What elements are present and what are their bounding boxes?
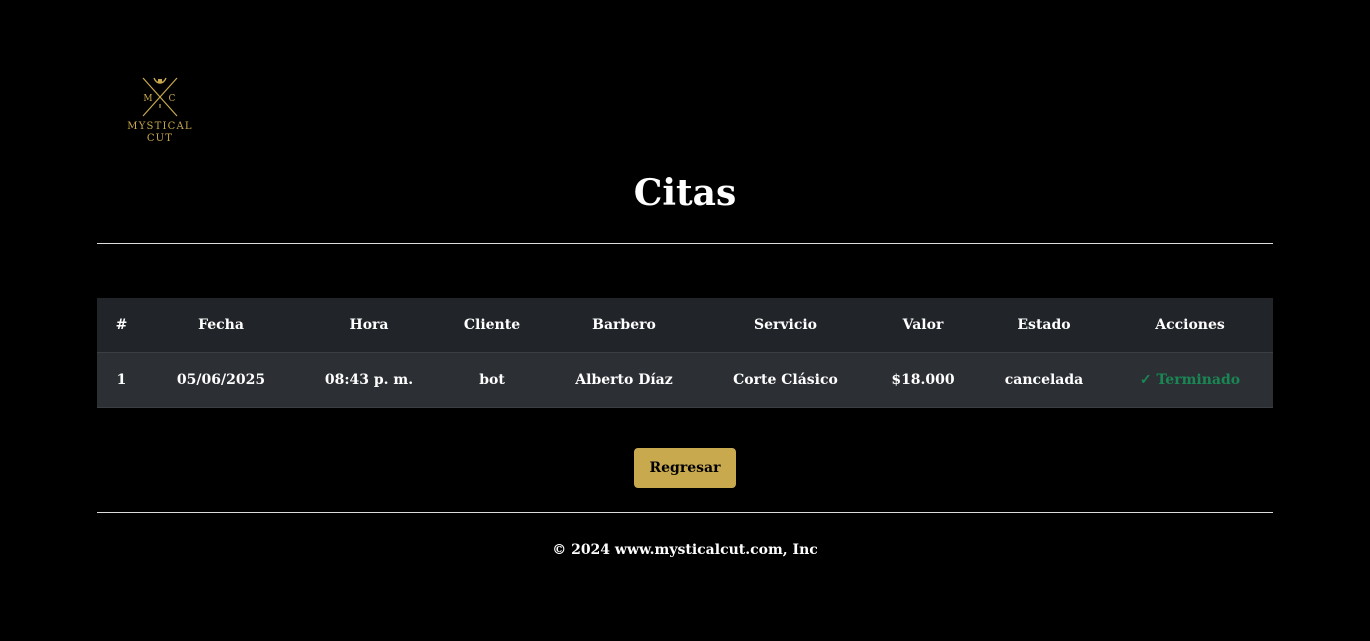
column-header-hora: Hora (296, 298, 442, 353)
logo-letter-c: C (169, 94, 176, 104)
cell-fecha: 05/06/2025 (146, 352, 296, 408)
column-header-cliente: Cliente (442, 298, 542, 353)
cell-hora: 08:43 p. m. (296, 352, 442, 408)
logo-letter-m: M (143, 94, 152, 104)
logo-line-2: CUT (146, 133, 174, 144)
column-header-number: # (97, 298, 146, 353)
cell-number: 1 (97, 352, 146, 408)
cell-estado: cancelada (981, 352, 1107, 408)
appointments-table: # Fecha Hora Cliente Barbero Servicio Va… (97, 298, 1273, 408)
footer-copyright: © 2024 www.mysticalcut.com, Inc (552, 542, 818, 558)
column-header-estado: Estado (981, 298, 1107, 353)
terminado-status: ✓ Terminado (1139, 372, 1241, 388)
column-header-valor: Valor (865, 298, 981, 353)
column-header-servicio: Servicio (706, 298, 865, 353)
page: M C MYSTICAL CUT Citas # Fecha Hora Clie… (0, 0, 1370, 641)
cell-valor: $18.000 (865, 352, 981, 408)
cell-servicio: Corte Clásico (706, 352, 865, 408)
page-title: Citas (633, 172, 737, 214)
bottom-divider (97, 512, 1273, 513)
logo-line-1: MYSTICAL (127, 121, 193, 132)
crossed-razors-icon: M C (142, 77, 178, 117)
column-header-barbero: Barbero (542, 298, 706, 353)
cell-acciones: ✓ Terminado (1107, 352, 1273, 408)
column-header-acciones: Acciones (1107, 298, 1273, 353)
brand-logo[interactable]: M C MYSTICAL CUT (118, 74, 202, 144)
cell-cliente: bot (442, 352, 542, 408)
table-header-row: # Fecha Hora Cliente Barbero Servicio Va… (97, 298, 1273, 353)
table-row: 1 05/06/2025 08:43 p. m. bot Alberto Día… (97, 352, 1273, 408)
cell-barbero: Alberto Díaz (542, 352, 706, 408)
column-header-fecha: Fecha (146, 298, 296, 353)
top-divider (97, 243, 1273, 244)
back-button[interactable]: Regresar (634, 448, 736, 488)
